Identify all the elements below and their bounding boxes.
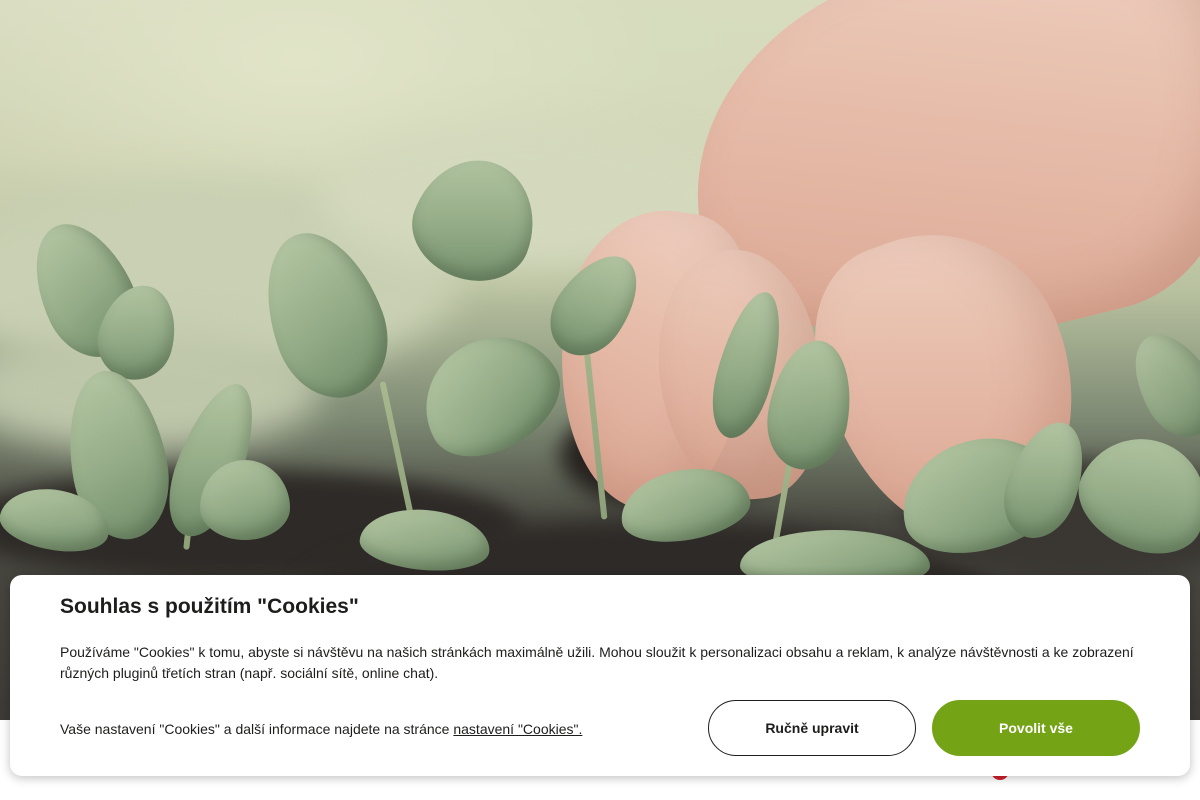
cookie-banner-description: Používáme "Cookies" k tomu, abyste si ná…	[60, 644, 1134, 681]
cookie-settings-info: Vaše nastavení "Cookies" a další informa…	[60, 719, 582, 739]
page: Souhlas s použitím "Cookies" Používáme "…	[0, 0, 1200, 800]
cookie-settings-prefix: Vaše nastavení "Cookies" a další informa…	[60, 721, 454, 737]
allow-all-button[interactable]: Povolit vše	[932, 700, 1140, 756]
manual-settings-button[interactable]: Ručně upravit	[708, 700, 916, 756]
cookie-settings-link[interactable]: nastavení "Cookies".	[453, 721, 582, 737]
cookie-consent-banner: Souhlas s použitím "Cookies" Používáme "…	[10, 575, 1190, 776]
cookie-banner-title: Souhlas s použitím "Cookies"	[60, 595, 359, 618]
